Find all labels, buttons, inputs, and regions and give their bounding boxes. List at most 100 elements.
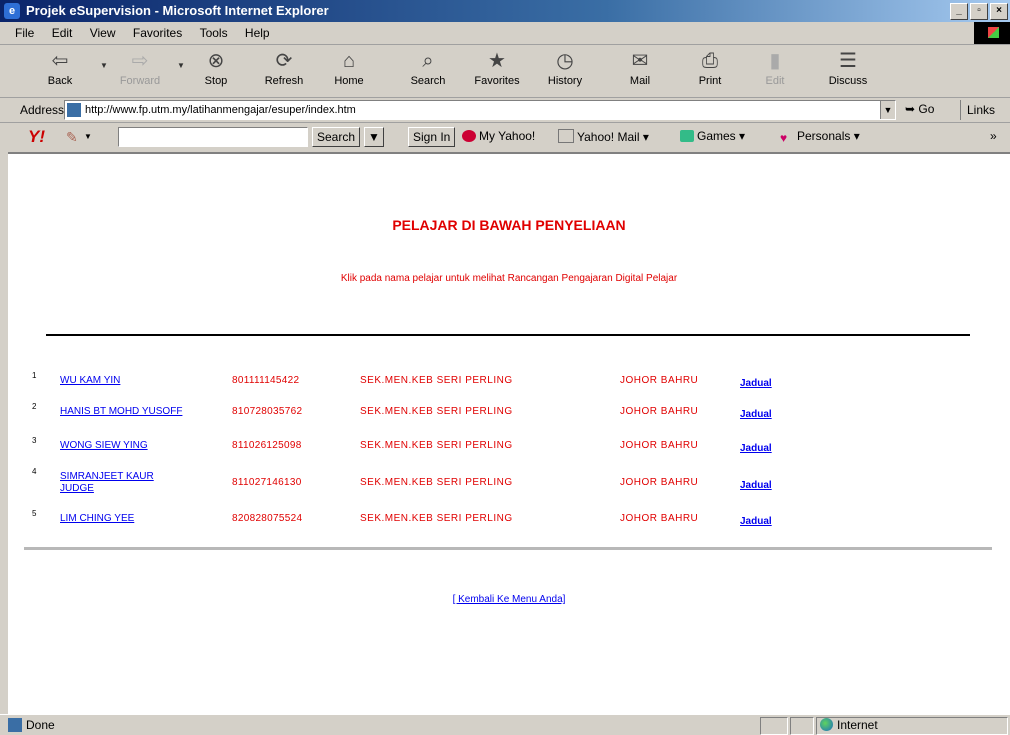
forward-arrow-icon: ⇨ bbox=[131, 50, 149, 72]
ic-number: 801111145422 bbox=[232, 375, 300, 386]
globe-icon bbox=[820, 718, 833, 731]
mail-button[interactable]: ✉ Mail bbox=[610, 49, 670, 87]
ic-number: 811027146130 bbox=[232, 477, 302, 488]
jadual-link[interactable]: Jadual bbox=[740, 480, 772, 491]
search-icon: ⌕ bbox=[422, 50, 434, 72]
menu-view[interactable]: View bbox=[83, 22, 123, 44]
pencil-dropdown-icon[interactable]: ▼ bbox=[84, 132, 92, 141]
address-input[interactable]: http://www.fp.utm.my/latihanmengajar/esu… bbox=[64, 100, 896, 120]
toolbar-chevron-icon[interactable]: » bbox=[990, 129, 997, 143]
page-content: PELAJAR DI BAWAH PENYELIAAN Klik pada na… bbox=[8, 152, 1010, 714]
menu-file[interactable]: File bbox=[8, 22, 41, 44]
status-text: Done bbox=[26, 718, 55, 732]
refresh-icon: ⟳ bbox=[275, 50, 293, 72]
yahoo-search-dropdown-icon[interactable]: ▼ bbox=[364, 127, 384, 147]
my-yahoo-icon bbox=[462, 130, 476, 142]
stop-button[interactable]: ⊗ Stop bbox=[186, 49, 246, 87]
jadual-link[interactable]: Jadual bbox=[740, 378, 772, 389]
student-row: 5 LIM CHING YEE 820828075524 SEK.MEN.KEB… bbox=[8, 509, 1010, 543]
jadual-link[interactable]: Jadual bbox=[740, 409, 772, 420]
back-dropdown-icon[interactable]: ▼ bbox=[100, 61, 108, 70]
yahoo-toolbar: Y! ✎ ▼ Search ▼ Sign In My Yahoo! Yahoo!… bbox=[0, 123, 1010, 151]
forward-dropdown-icon[interactable]: ▼ bbox=[177, 61, 185, 70]
edit-icon: ▮ bbox=[769, 50, 781, 72]
print-icon: ⎙ bbox=[702, 50, 718, 72]
mail-icon: ✉ bbox=[631, 50, 649, 72]
refresh-button[interactable]: ⟳ Refresh bbox=[254, 49, 314, 87]
address-url: http://www.fp.utm.my/latihanmengajar/esu… bbox=[85, 104, 356, 116]
games-link[interactable]: Games ▾ bbox=[680, 129, 745, 143]
back-to-menu-link[interactable]: [ Kembali Ke Menu Anda] bbox=[8, 594, 1010, 605]
row-number: 3 bbox=[32, 436, 37, 445]
jadual-link[interactable]: Jadual bbox=[740, 443, 772, 454]
student-name-link[interactable]: HANIS BT MOHD YUSOFF bbox=[60, 406, 225, 418]
go-arrow-icon: ➥ bbox=[905, 102, 916, 116]
print-button[interactable]: ⎙ Print bbox=[680, 49, 740, 87]
student-name-link[interactable]: LIM CHING YEE bbox=[60, 513, 225, 525]
menu-favorites[interactable]: Favorites bbox=[126, 22, 189, 44]
discuss-button[interactable]: ☰ Discuss bbox=[818, 49, 878, 87]
heart-icon: ♥ bbox=[780, 131, 788, 145]
menu-bar: File Edit View Favorites Tools Help bbox=[0, 22, 1010, 45]
page-heading: PELAJAR DI BAWAH PENYELIAAN bbox=[392, 217, 626, 233]
history-icon: ◷ bbox=[556, 50, 574, 72]
back-button[interactable]: ⇦ Back bbox=[30, 49, 90, 87]
divider-bottom bbox=[24, 547, 992, 550]
games-icon bbox=[680, 130, 694, 142]
ic-number: 820828075524 bbox=[232, 513, 303, 524]
school-name: SEK.MEN.KEB SERI PERLING bbox=[360, 477, 513, 488]
yahoo-search-button[interactable]: Search bbox=[312, 127, 361, 147]
address-dropdown-icon[interactable]: ▼ bbox=[880, 101, 895, 119]
status-bar: Done Internet bbox=[0, 714, 1010, 735]
envelope-icon bbox=[558, 129, 574, 143]
history-button[interactable]: ◷ History bbox=[535, 49, 595, 87]
edit-button[interactable]: ▮ Edit bbox=[745, 49, 805, 87]
favorites-button[interactable]: ★ Favorites bbox=[467, 49, 527, 87]
yahoo-mail-link[interactable]: Yahoo! Mail ▾ bbox=[558, 129, 649, 144]
stop-icon: ⊗ bbox=[207, 50, 225, 72]
forward-button[interactable]: ⇨ Forward bbox=[110, 49, 170, 87]
jadual-link[interactable]: Jadual bbox=[740, 516, 772, 527]
minimize-button[interactable]: _ bbox=[950, 3, 968, 20]
close-button[interactable]: × bbox=[990, 3, 1008, 20]
school-name: SEK.MEN.KEB SERI PERLING bbox=[360, 406, 513, 417]
student-row: 2 HANIS BT MOHD YUSOFF 810728035762 SEK.… bbox=[8, 402, 1010, 436]
school-name: SEK.MEN.KEB SERI PERLING bbox=[360, 513, 513, 524]
ie-logo-icon: e bbox=[4, 3, 20, 19]
search-button[interactable]: ⌕ Search bbox=[398, 49, 458, 87]
pencil-icon[interactable]: ✎ bbox=[66, 129, 78, 146]
menu-edit[interactable]: Edit bbox=[45, 22, 80, 44]
discuss-icon: ☰ bbox=[839, 50, 857, 72]
status-panel bbox=[790, 717, 814, 735]
ic-number: 811026125098 bbox=[232, 440, 302, 451]
links-button[interactable]: Links bbox=[960, 100, 995, 120]
title-bar: e Projek eSupervision - Microsoft Intern… bbox=[0, 0, 1010, 22]
student-row: 1 WU KAM YIN 801111145422 SEK.MEN.KEB SE… bbox=[8, 371, 1010, 405]
student-row: 3 WONG SIEW YING 811026125098 SEK.MEN.KE… bbox=[8, 436, 1010, 470]
personals-link[interactable]: ♥ Personals ▾ bbox=[780, 129, 860, 144]
yahoo-search-input[interactable] bbox=[118, 127, 308, 147]
city-name: JOHOR BAHRU bbox=[620, 406, 699, 417]
windows-logo-icon bbox=[974, 22, 1010, 44]
row-number: 1 bbox=[32, 371, 37, 380]
sign-in-button[interactable]: Sign In bbox=[408, 127, 456, 147]
yahoo-logo-icon[interactable]: Y! bbox=[28, 127, 45, 147]
menu-help[interactable]: Help bbox=[238, 22, 277, 44]
home-button[interactable]: ⌂ Home bbox=[319, 49, 379, 87]
student-name-link[interactable]: WONG SIEW YING bbox=[60, 440, 225, 452]
student-name-link[interactable]: WU KAM YIN bbox=[60, 375, 225, 387]
student-name-link[interactable]: SIMRANJEET KAUR JUDGE bbox=[60, 471, 190, 495]
menu-tools[interactable]: Tools bbox=[193, 22, 235, 44]
instruction-text: Klik pada nama pelajar untuk melihat Ran… bbox=[340, 273, 678, 284]
standard-toolbar: ⇦ Back ▼ ⇨ Forward ▼ ⊗ Stop ⟳ Refresh ⌂ … bbox=[0, 45, 1010, 98]
maximize-button[interactable]: ▫ bbox=[970, 3, 988, 20]
city-name: JOHOR BAHRU bbox=[620, 440, 699, 451]
back-arrow-icon: ⇦ bbox=[51, 50, 69, 72]
row-number: 2 bbox=[32, 402, 37, 411]
my-yahoo-link[interactable]: My Yahoo! bbox=[462, 129, 535, 143]
row-number: 4 bbox=[32, 467, 37, 476]
ic-number: 810728035762 bbox=[232, 406, 303, 417]
page-icon bbox=[67, 103, 81, 118]
school-name: SEK.MEN.KEB SERI PERLING bbox=[360, 440, 513, 451]
go-button[interactable]: ➥ Go bbox=[905, 102, 934, 116]
